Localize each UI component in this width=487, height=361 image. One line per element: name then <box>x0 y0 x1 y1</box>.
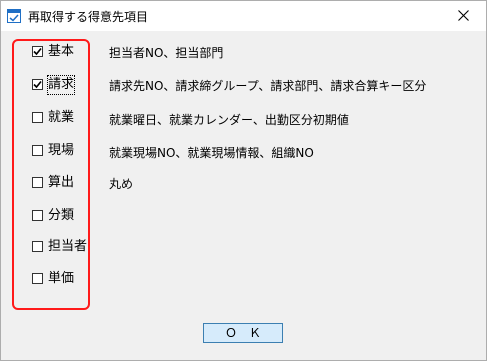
checkbox-label: 単価 <box>48 271 75 286</box>
checkbox[interactable] <box>32 112 43 123</box>
checkbox[interactable] <box>32 145 43 156</box>
close-icon <box>458 10 469 21</box>
item-description: 就業現場NO、就業現場情報、組織NO <box>109 146 314 160</box>
item-description: 担当者NO、担当部門 <box>109 46 224 60</box>
checkbox-label: 現場 <box>48 143 75 158</box>
checkbox[interactable] <box>32 46 43 57</box>
checkbox-label: 請求 <box>46 75 76 95</box>
checkbox[interactable] <box>32 79 43 90</box>
checkbox-label: 基本 <box>48 44 75 59</box>
item-description: 請求先NO、請求締グループ、請求部門、請求合算キー区分 <box>109 79 427 93</box>
item-description: 就業曜日、就業カレンダー、出勤区分初期値 <box>109 113 349 127</box>
checkbox[interactable] <box>32 273 43 284</box>
checkbox[interactable] <box>32 241 43 252</box>
check-icon <box>33 47 42 56</box>
title-bar: 再取得する得意先項目 <box>1 1 486 32</box>
check-icon <box>33 80 42 89</box>
checkbox-label: 算出 <box>48 175 75 190</box>
dialog-window: 再取得する得意先項目 基本 担当者NO、担当部門請求 請求先NO、請求締グループ、請… <box>0 0 487 361</box>
app-window-icon <box>7 8 21 23</box>
checkbox[interactable] <box>32 177 43 188</box>
ok-button[interactable]: Ｏ Ｋ <box>203 323 283 343</box>
close-button[interactable] <box>442 1 486 31</box>
item-description: 丸め <box>109 177 134 191</box>
checkbox-label: 就業 <box>48 110 75 125</box>
checkbox[interactable] <box>32 210 43 221</box>
checkbox-label: 担当者 <box>48 239 88 254</box>
window-title: 再取得する得意先項目 <box>28 10 149 24</box>
checkbox-label: 分類 <box>48 208 75 223</box>
